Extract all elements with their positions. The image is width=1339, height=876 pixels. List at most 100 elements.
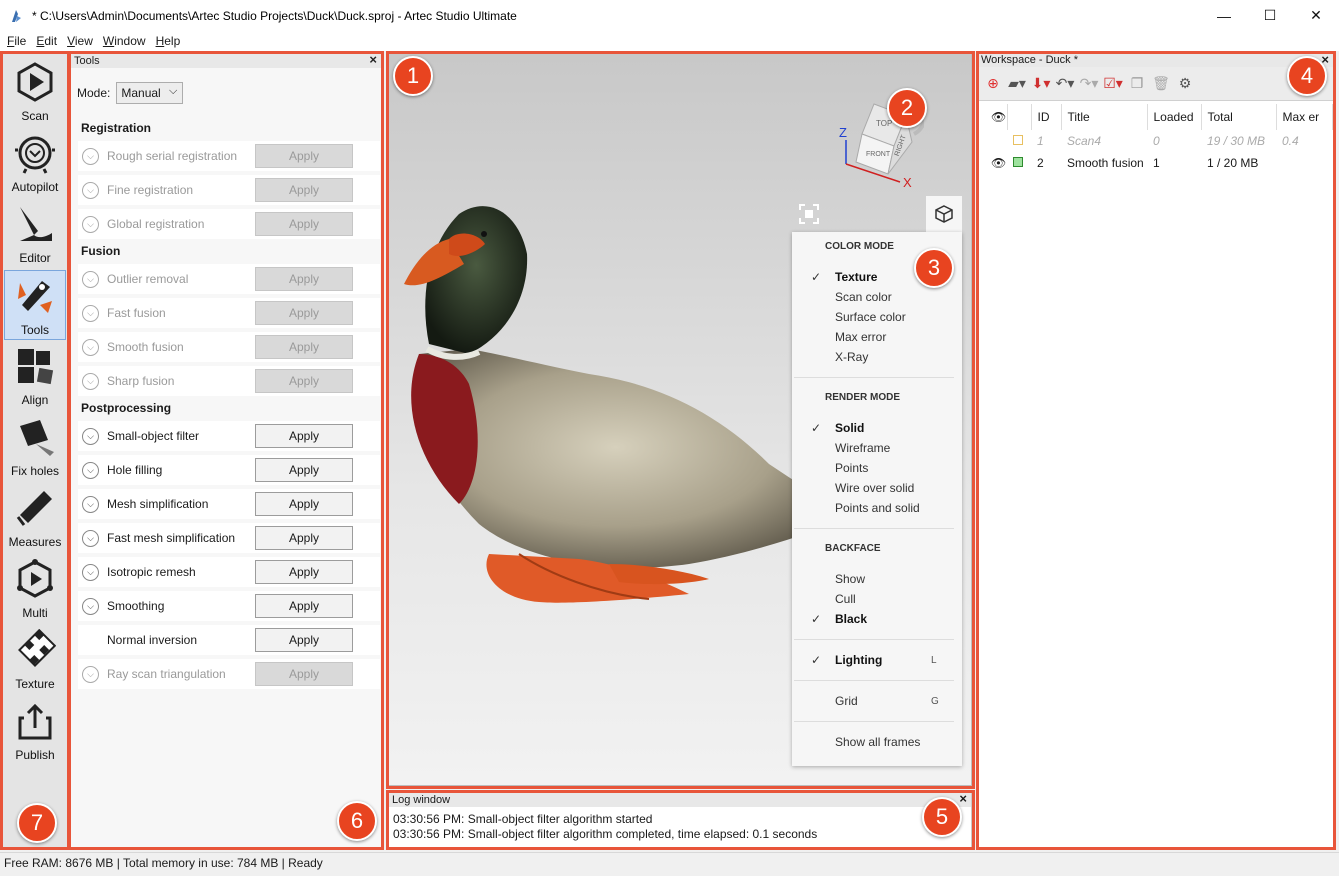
cell-id: 1: [1037, 134, 1044, 148]
menu-file[interactable]: File: [2, 34, 31, 48]
expand-chevron-icon[interactable]: ⌵: [82, 597, 99, 615]
render-mode-points-and-solid[interactable]: Points and solid: [835, 501, 920, 515]
apply-button[interactable]: Apply: [255, 662, 353, 686]
toolbar-editor[interactable]: Editor: [4, 199, 66, 269]
workspace-row[interactable]: 1 Scan4 0 19 / 30 MB 0.4: [985, 130, 1333, 152]
toolbar-publish[interactable]: Publish: [4, 696, 66, 766]
display-settings-button[interactable]: [926, 196, 962, 232]
undo-icon[interactable]: ↶▾: [1055, 74, 1075, 94]
log-window-close-icon[interactable]: ×: [959, 792, 967, 806]
close-button[interactable]: ✕: [1293, 0, 1339, 31]
color-mode-surface-color[interactable]: Surface color: [835, 310, 906, 324]
expand-chevron-icon[interactable]: ⌵: [82, 461, 99, 479]
toolbar-texture[interactable]: Texture: [4, 625, 66, 695]
expand-chevron-icon[interactable]: ⌵: [82, 215, 99, 233]
apply-button[interactable]: Apply: [255, 267, 353, 291]
tool-row: ⌵ Ray scan triangulation Apply: [78, 659, 380, 689]
import-icon[interactable]: ⬇▾: [1031, 74, 1051, 94]
apply-button[interactable]: Apply: [255, 335, 353, 359]
menu-view-mnemonic: V: [67, 34, 75, 48]
apply-button[interactable]: Apply: [255, 594, 353, 618]
toolbar-autopilot[interactable]: Autopilot: [4, 128, 66, 198]
expand-chevron-icon[interactable]: ⌵: [82, 563, 99, 581]
render-mode-points[interactable]: Points: [835, 461, 868, 475]
toolbar-fix-holes[interactable]: Fix holes: [4, 412, 66, 482]
check-icon: ✓: [811, 421, 822, 435]
tools-panel-close-icon[interactable]: ×: [369, 53, 377, 67]
badge-6: 6: [337, 801, 377, 841]
expand-chevron-icon[interactable]: ⌵: [82, 495, 99, 513]
expand-chevron-icon[interactable]: ⌵: [82, 147, 99, 165]
max-error-column-header[interactable]: Max er: [1276, 104, 1333, 130]
color-mode-x-ray[interactable]: X-Ray: [835, 350, 868, 364]
color-swatch-cell[interactable]: [1007, 152, 1031, 174]
maximize-button[interactable]: ☐: [1247, 0, 1293, 31]
delete-icon[interactable]: 🗑: [1151, 74, 1171, 94]
workspace-row[interactable]: 👁 2 Smooth fusion 1 1 1 / 20 MB: [985, 152, 1333, 174]
total-column-header[interactable]: Total: [1201, 104, 1277, 130]
render-mode-solid[interactable]: Solid: [835, 421, 864, 435]
id-column-header[interactable]: ID: [1031, 104, 1062, 130]
expand-chevron-icon[interactable]: ⌵: [82, 270, 99, 288]
toolbar-align[interactable]: Align: [4, 341, 66, 411]
visibility-toggle[interactable]: [985, 130, 1007, 152]
expand-chevron-icon[interactable]: ⌵: [82, 338, 99, 356]
mode-select[interactable]: Manual ⌵: [116, 82, 184, 104]
toolbar-tools[interactable]: Tools: [4, 270, 66, 340]
copy-icon[interactable]: ❐: [1127, 74, 1147, 94]
redo-icon[interactable]: ↷▾: [1079, 74, 1099, 94]
toolbar-fix-holes-label: Fix holes: [10, 464, 60, 478]
color-swatch-cell[interactable]: [1007, 130, 1031, 152]
menu-separator: [794, 639, 954, 640]
apply-button[interactable]: Apply: [255, 178, 353, 202]
apply-button[interactable]: Apply: [255, 369, 353, 393]
apply-button[interactable]: Apply: [255, 144, 353, 168]
apply-button[interactable]: Apply: [255, 301, 353, 325]
expand-chevron-icon[interactable]: ⌵: [82, 372, 99, 390]
backface-black[interactable]: Black: [835, 612, 867, 626]
apply-button[interactable]: Apply: [255, 212, 353, 236]
expand-chevron-icon[interactable]: ⌵: [82, 304, 99, 322]
apply-button[interactable]: Apply: [255, 526, 353, 550]
apply-button[interactable]: Apply: [255, 492, 353, 516]
color-mode-texture[interactable]: Texture: [835, 270, 877, 284]
menu-window[interactable]: Window: [98, 34, 151, 48]
tool-row: ⌵ Outlier removal Apply: [78, 264, 380, 294]
menu-bar: File Edit View Window Help: [0, 31, 1339, 51]
apply-button[interactable]: Apply: [255, 458, 353, 482]
apply-button[interactable]: Apply: [255, 560, 353, 584]
render-mode-wireframe[interactable]: Wireframe: [835, 441, 890, 455]
tool-row: ⌵ Global registration Apply: [78, 209, 380, 239]
lighting-toggle[interactable]: Lighting: [835, 653, 882, 667]
color-mode-max-error[interactable]: Max error: [835, 330, 886, 344]
select-all-icon[interactable]: ☑▾: [1103, 74, 1123, 94]
loaded-column-header[interactable]: Loaded: [1147, 104, 1202, 130]
open-folder-icon[interactable]: ▰▾: [1007, 74, 1027, 94]
visibility-toggle[interactable]: 👁: [985, 152, 1007, 174]
color-column-header: [1007, 104, 1032, 130]
menu-separator: [794, 377, 954, 378]
menu-edit[interactable]: Edit: [31, 34, 62, 48]
settings-gear-icon[interactable]: ⚙: [1175, 74, 1195, 94]
menu-view[interactable]: View: [62, 34, 98, 48]
toolbar-multi[interactable]: Multi: [4, 554, 66, 624]
apply-button[interactable]: Apply: [255, 424, 353, 448]
grid-toggle[interactable]: Grid: [835, 694, 858, 708]
toolbar-scan[interactable]: Scan: [4, 57, 66, 127]
fit-view-icon[interactable]: [798, 203, 820, 225]
menu-help[interactable]: Help: [151, 34, 186, 48]
title-column-header[interactable]: Title: [1061, 104, 1148, 130]
show-all-frames[interactable]: Show all frames: [835, 735, 920, 749]
apply-button[interactable]: Apply: [255, 628, 353, 652]
color-mode-scan-color[interactable]: Scan color: [835, 290, 892, 304]
expand-chevron-icon[interactable]: ⌵: [82, 665, 99, 683]
toolbar-measures[interactable]: Measures: [4, 483, 66, 553]
expand-chevron-icon[interactable]: ⌵: [82, 181, 99, 199]
backface-cull[interactable]: Cull: [835, 592, 856, 606]
minimize-button[interactable]: —: [1201, 0, 1247, 31]
expand-chevron-icon[interactable]: ⌵: [82, 529, 99, 547]
new-project-icon[interactable]: ⊕: [983, 74, 1003, 94]
backface-show[interactable]: Show: [835, 572, 865, 586]
render-mode-wire-over-solid[interactable]: Wire over solid: [835, 481, 914, 495]
expand-chevron-icon[interactable]: ⌵: [82, 427, 99, 445]
